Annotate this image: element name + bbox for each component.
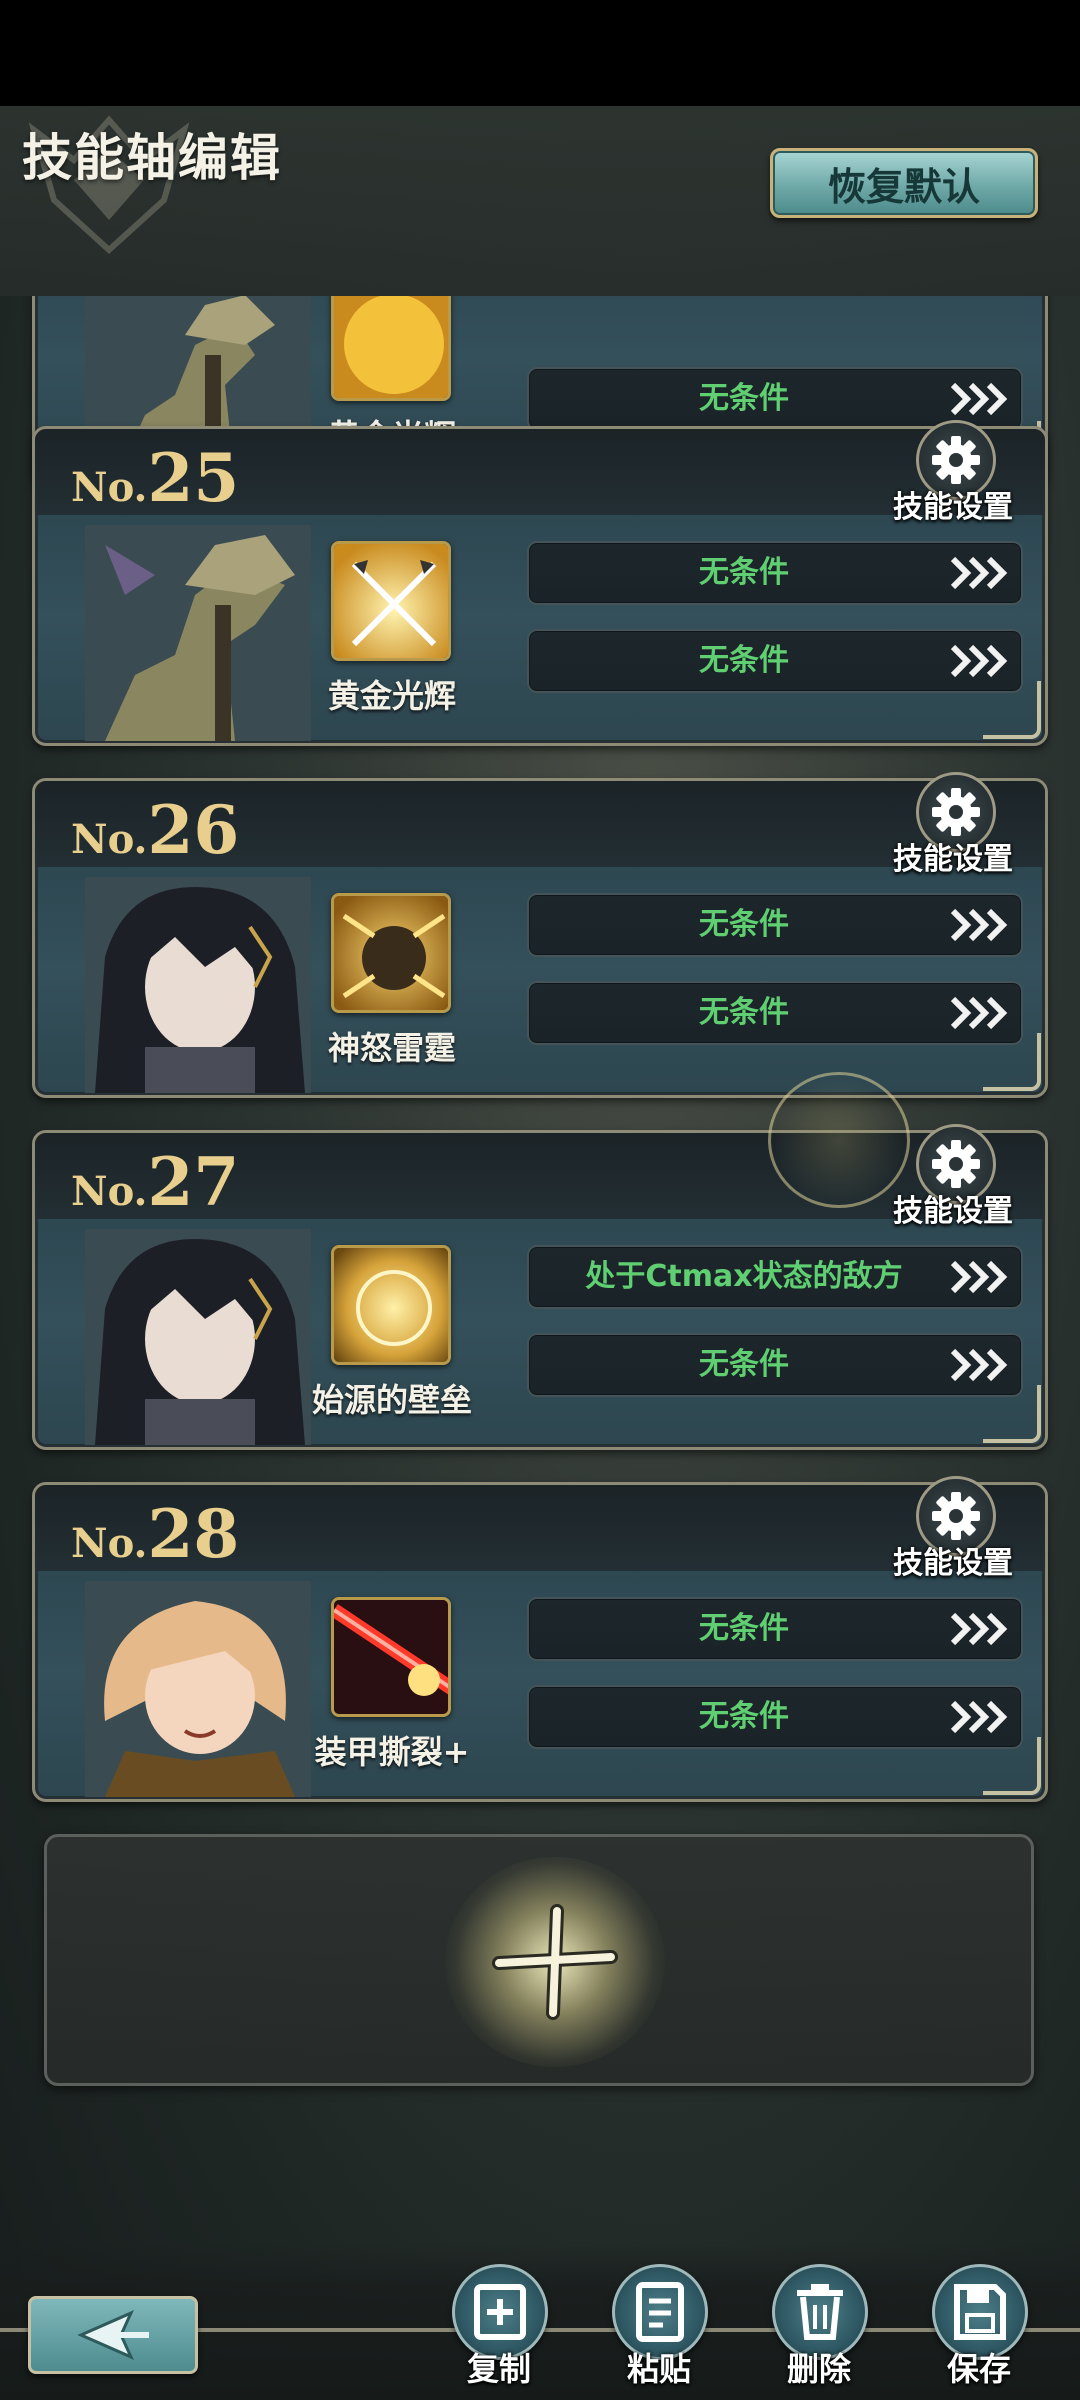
condition-text: 无条件 bbox=[699, 1611, 789, 1646]
character-portrait bbox=[85, 525, 311, 741]
character-portrait bbox=[85, 1581, 311, 1797]
skill-settings-label: 技能设置 bbox=[893, 1546, 1013, 1581]
card-number: No.28 bbox=[71, 1495, 240, 1573]
copy-button[interactable]: 复制 bbox=[444, 2264, 554, 2400]
skill-settings-button[interactable]: 技能设置 bbox=[868, 772, 1028, 877]
condition-text: 处于Ctmax状态的敌方 bbox=[585, 1259, 903, 1294]
condition-text: 无条件 bbox=[699, 907, 789, 942]
skill-name: 装甲撕裂+ bbox=[314, 1733, 470, 1771]
condition-button-1[interactable]: 无条件 bbox=[527, 541, 1023, 605]
condition-button-2[interactable]: 无条件 bbox=[527, 981, 1023, 1045]
condition-button-2[interactable]: 无条件 bbox=[527, 629, 1023, 693]
skill-icon-armor-tear[interactable] bbox=[331, 1597, 451, 1717]
triple-chevron-icon bbox=[950, 1612, 1008, 1646]
triple-chevron-icon bbox=[950, 382, 1008, 416]
skill-icon-golden-radiance[interactable] bbox=[331, 296, 451, 401]
save-label: 保存 bbox=[946, 2350, 1011, 2388]
condition-button-1[interactable]: 无条件 bbox=[527, 893, 1023, 957]
reset-default-button[interactable]: 恢复默认 bbox=[770, 148, 1038, 218]
character-portrait bbox=[85, 877, 311, 1093]
paste-button[interactable]: 粘贴 bbox=[604, 2264, 714, 2400]
skill-settings-label: 技能设置 bbox=[893, 842, 1013, 877]
page-title: 技能轴编辑 bbox=[22, 129, 282, 187]
triple-chevron-icon bbox=[950, 1700, 1008, 1734]
skill-icon-divine-thunder[interactable] bbox=[331, 893, 451, 1013]
card-number: No.27 bbox=[71, 1143, 240, 1221]
triple-chevron-icon bbox=[950, 1260, 1008, 1294]
delete-button[interactable]: 删除 bbox=[764, 2264, 874, 2400]
condition-text: 无条件 bbox=[699, 1699, 789, 1734]
copy-label: 复制 bbox=[466, 2350, 531, 2388]
back-arrow-icon bbox=[77, 2310, 149, 2360]
skill-settings-label: 技能设置 bbox=[893, 490, 1013, 525]
condition-button-2[interactable]: 无条件 bbox=[527, 1685, 1023, 1749]
skill-settings-button[interactable]: 技能设置 bbox=[868, 1476, 1028, 1581]
add-skill-button[interactable] bbox=[44, 1834, 1034, 2086]
condition-text: 无条件 bbox=[699, 643, 789, 678]
skill-settings-label: 技能设置 bbox=[893, 1194, 1013, 1229]
back-button[interactable] bbox=[28, 2296, 198, 2374]
skill-icon-golden-radiance[interactable] bbox=[331, 541, 451, 661]
skill-name: 黄金光辉 bbox=[327, 677, 456, 715]
triple-chevron-icon bbox=[950, 908, 1008, 942]
floating-touch-ring[interactable] bbox=[768, 1072, 910, 1208]
condition-text: 无条件 bbox=[699, 1347, 789, 1382]
paste-label: 粘贴 bbox=[626, 2350, 691, 2388]
condition-text: 无条件 bbox=[699, 995, 789, 1030]
character-portrait bbox=[85, 1229, 311, 1445]
skill-icon-primordial-barrier[interactable] bbox=[331, 1245, 451, 1365]
triple-chevron-icon bbox=[950, 1348, 1008, 1382]
save-button[interactable]: 保存 bbox=[924, 2264, 1034, 2400]
condition-button-2[interactable]: 无条件 bbox=[527, 1333, 1023, 1397]
triple-chevron-icon bbox=[950, 556, 1008, 590]
card-number: No.25 bbox=[71, 439, 240, 517]
triple-chevron-icon bbox=[950, 644, 1008, 678]
delete-label: 删除 bbox=[786, 2350, 851, 2388]
skill-name: 始源的壁垒 bbox=[311, 1381, 472, 1419]
triple-chevron-icon bbox=[950, 996, 1008, 1030]
skill-name: 神怒雷霆 bbox=[327, 1029, 456, 1067]
condition-button-1[interactable]: 处于Ctmax状态的敌方 bbox=[527, 1245, 1023, 1309]
condition-button-1[interactable]: 无条件 bbox=[527, 1597, 1023, 1661]
plus-icon bbox=[492, 1904, 618, 2020]
status-bar bbox=[0, 0, 1080, 106]
condition-text: 无条件 bbox=[699, 555, 789, 590]
skill-settings-button[interactable]: 技能设置 bbox=[868, 420, 1028, 525]
card-number: No.26 bbox=[71, 791, 240, 869]
